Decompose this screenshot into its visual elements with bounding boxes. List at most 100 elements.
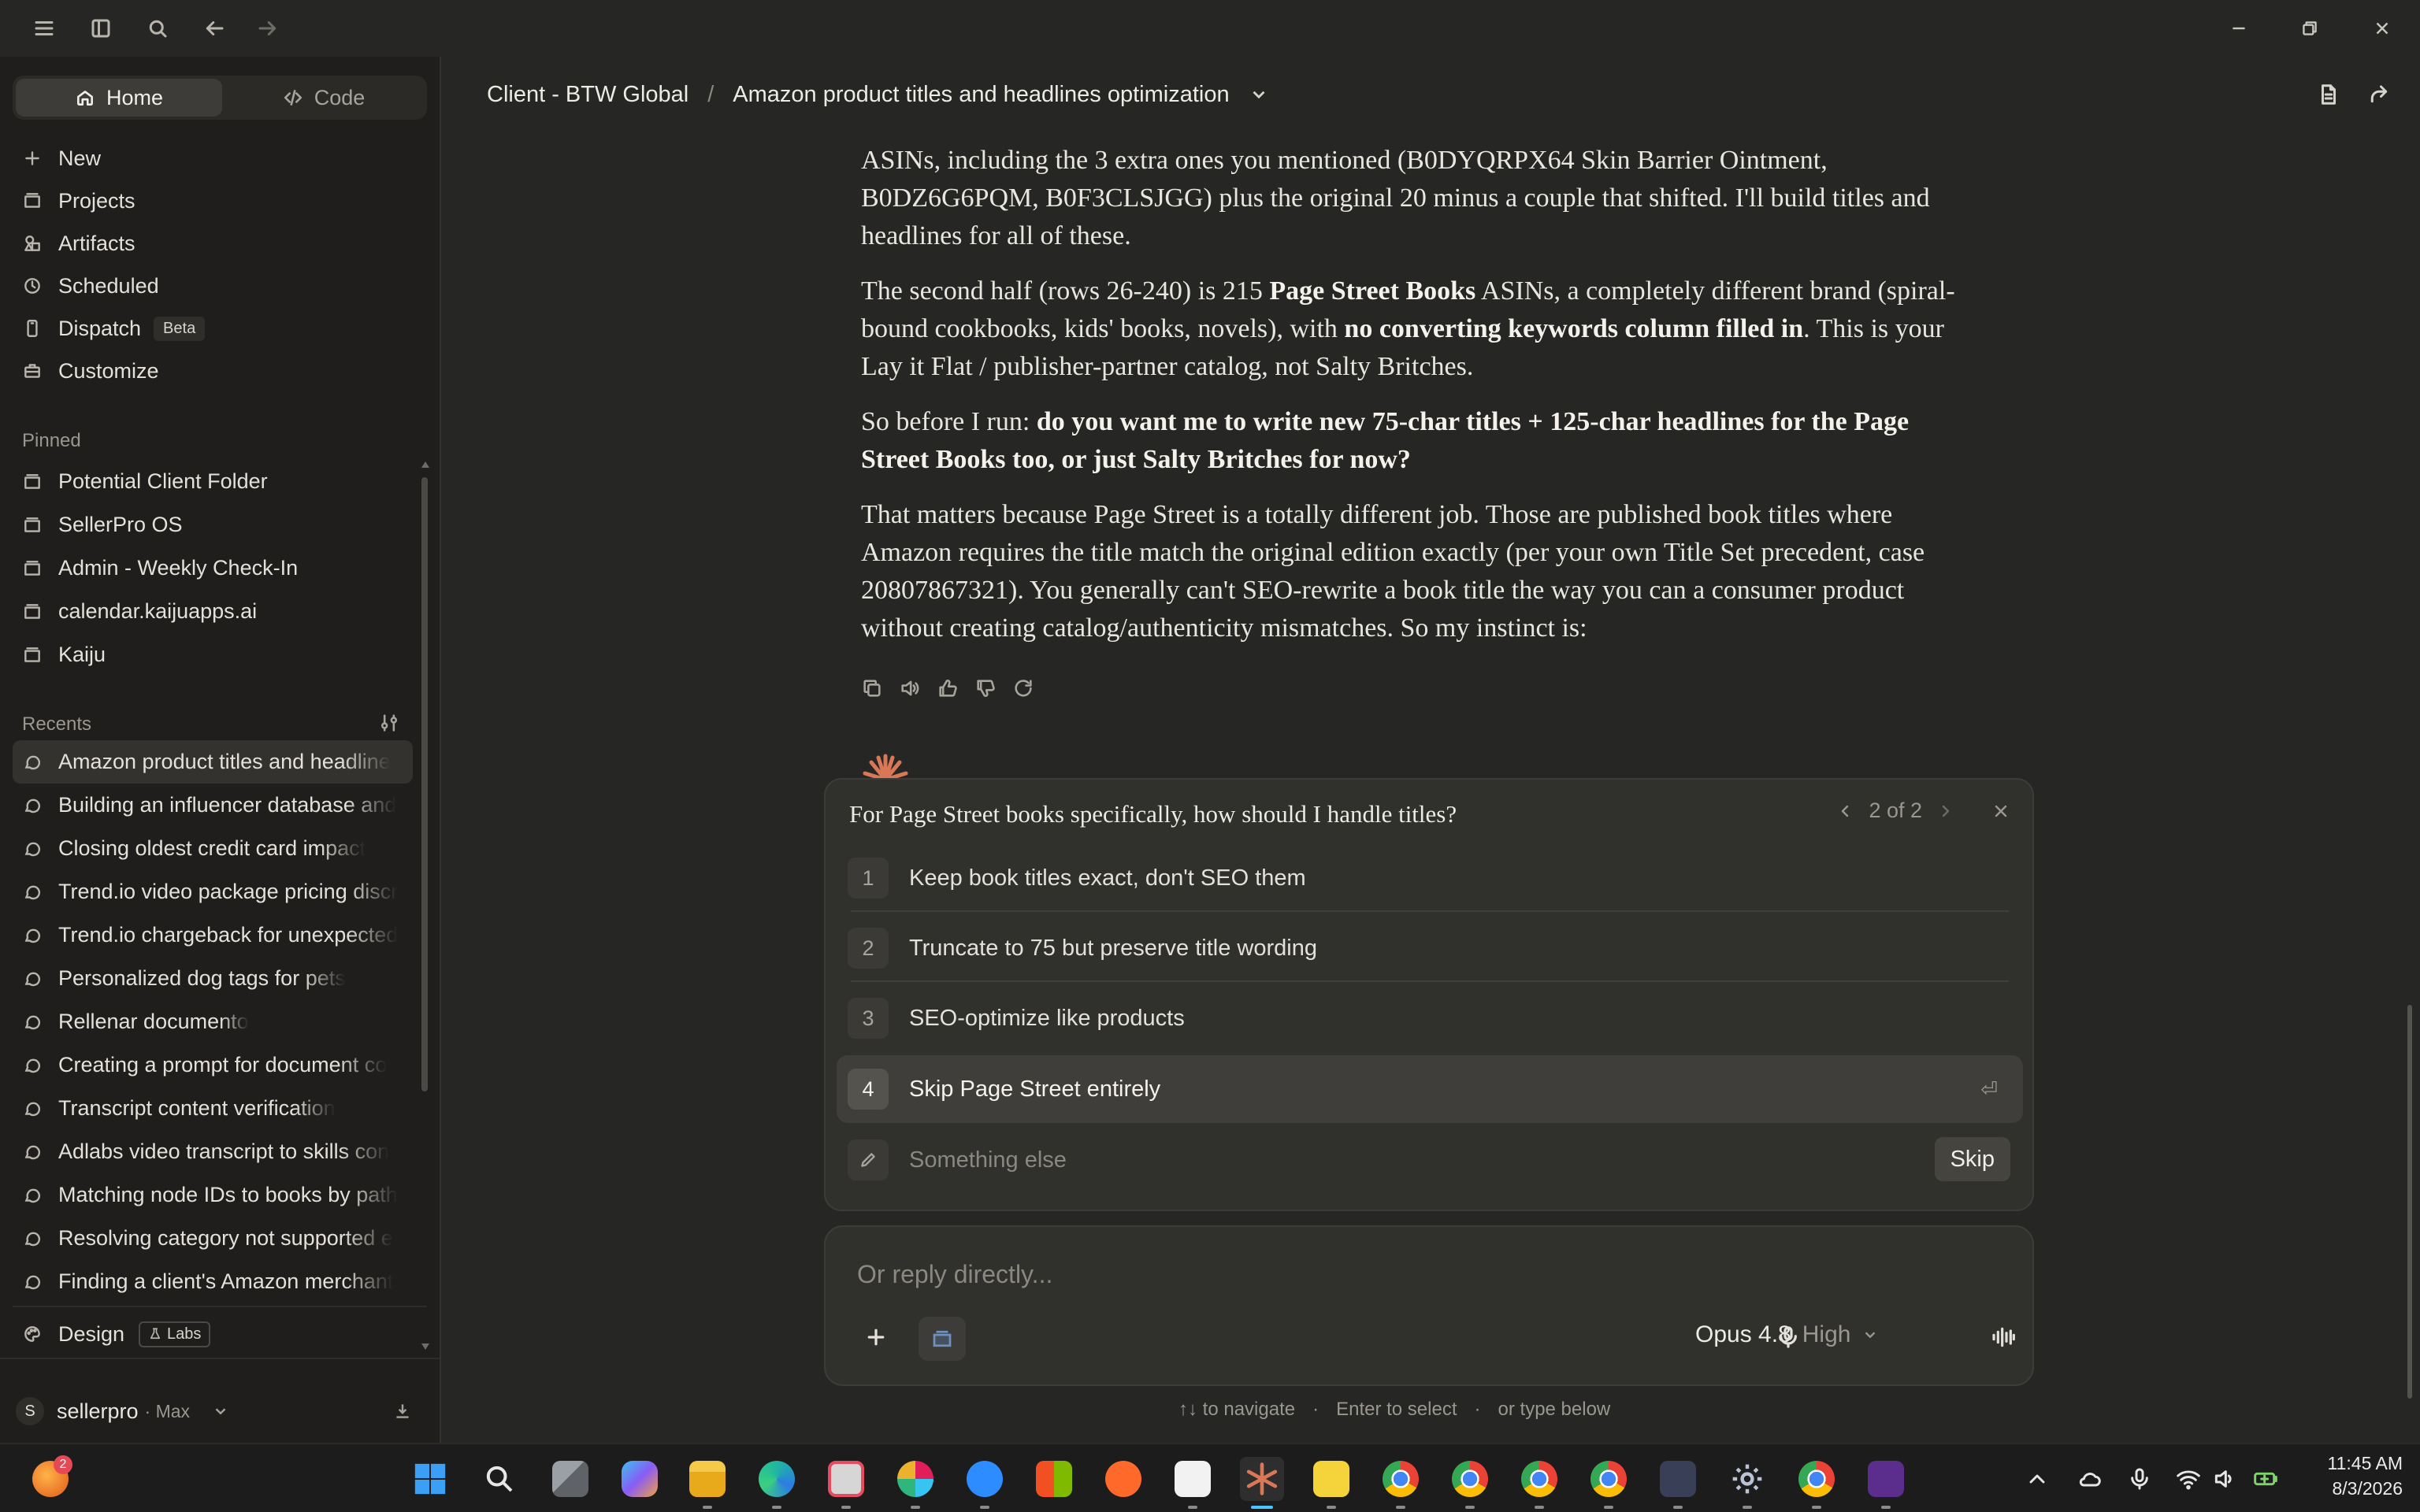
scroll-up-arrow-icon[interactable] bbox=[421, 461, 429, 468]
taskbar-file-explorer[interactable] bbox=[685, 1457, 729, 1509]
taskbar-sticky-notes[interactable] bbox=[1309, 1457, 1353, 1509]
nav-customize[interactable]: Customize bbox=[13, 350, 427, 392]
recent-chat[interactable]: Resolving category not supported e bbox=[13, 1217, 413, 1260]
taskbar-chrome-3[interactable] bbox=[1517, 1457, 1561, 1509]
recent-chat[interactable]: Building an influencer database and bbox=[13, 784, 413, 827]
tray-overflow-icon[interactable] bbox=[2025, 1466, 2050, 1492]
taskbar-chrome-5[interactable] bbox=[1795, 1457, 1839, 1509]
chevron-down-icon[interactable] bbox=[212, 1403, 229, 1420]
pinned-item[interactable]: Potential Client Folder bbox=[13, 460, 427, 503]
recent-chat[interactable]: Transcript content verification bbox=[13, 1087, 413, 1130]
recent-chat[interactable]: Finding a client's Amazon merchant bbox=[13, 1260, 413, 1303]
taskbar-chrome-1[interactable] bbox=[1379, 1457, 1423, 1509]
taskbar-copilot[interactable] bbox=[618, 1457, 662, 1501]
sidebar-scrollbar-thumb[interactable] bbox=[421, 477, 428, 1091]
chevron-right-icon[interactable] bbox=[1936, 802, 1955, 821]
share-icon[interactable] bbox=[2363, 79, 2395, 110]
taskbar-edge[interactable] bbox=[755, 1457, 799, 1509]
taskbar-slack[interactable] bbox=[893, 1457, 937, 1509]
close-window-button[interactable] bbox=[2365, 13, 2400, 44]
close-icon[interactable] bbox=[1991, 802, 2010, 821]
tray-microphone-icon[interactable] bbox=[2127, 1466, 2152, 1492]
recent-chat[interactable]: Creating a prompt for document co bbox=[13, 1043, 413, 1087]
minimize-button[interactable] bbox=[2221, 13, 2256, 44]
skip-button[interactable]: Skip bbox=[1934, 1137, 2010, 1181]
option-4-selected[interactable]: 4 Skip Page Street entirely ⏎ bbox=[837, 1055, 2023, 1123]
menu-icon[interactable] bbox=[28, 13, 60, 44]
main-scrollbar-thumb[interactable] bbox=[2407, 1005, 2412, 1399]
sidebar-scrollbar[interactable] bbox=[419, 406, 430, 1351]
nav-new[interactable]: New bbox=[13, 137, 427, 180]
taskbar-chrome-4[interactable] bbox=[1587, 1457, 1631, 1509]
taskbar-chrome-2[interactable] bbox=[1448, 1457, 1492, 1509]
thumbs-down-icon[interactable] bbox=[974, 677, 997, 699]
chevron-down-icon[interactable] bbox=[1249, 84, 1269, 105]
forward-arrow-icon[interactable] bbox=[252, 13, 284, 44]
nav-projects[interactable]: Projects bbox=[13, 180, 427, 222]
back-arrow-icon[interactable] bbox=[199, 13, 230, 44]
taskbar-zoom[interactable] bbox=[963, 1457, 1007, 1509]
flask-icon bbox=[150, 1328, 161, 1340]
add-attachment-button[interactable] bbox=[859, 1320, 893, 1354]
recent-chat[interactable]: Trend.io chargeback for unexpected bbox=[13, 914, 413, 957]
recent-chat[interactable]: Personalized dog tags for pets bbox=[13, 957, 413, 1000]
restore-button[interactable] bbox=[2292, 13, 2327, 44]
recent-chat[interactable]: Adlabs video transcript to skills con bbox=[13, 1130, 413, 1173]
microphone-button[interactable] bbox=[1771, 1318, 1806, 1356]
nav-dispatch[interactable]: Dispatch Beta bbox=[13, 307, 427, 350]
recent-chat[interactable]: Trend.io video package pricing discr bbox=[13, 870, 413, 914]
search-icon[interactable] bbox=[142, 13, 173, 44]
project-context-button[interactable] bbox=[919, 1317, 966, 1361]
battery-icon[interactable] bbox=[2253, 1466, 2278, 1492]
taskbar-app-purple[interactable] bbox=[1864, 1457, 1908, 1509]
thumbs-up-icon[interactable] bbox=[937, 677, 959, 699]
copy-icon[interactable] bbox=[861, 677, 883, 699]
pinned-item[interactable]: Admin - Weekly Check-In bbox=[13, 547, 427, 590]
chat-title[interactable]: Amazon product titles and headlines opti… bbox=[733, 82, 1229, 108]
recent-chat[interactable]: Rellenar documento bbox=[13, 1000, 413, 1043]
pinned-item[interactable]: Kaiju bbox=[13, 633, 427, 676]
taskbar-notification-app[interactable]: 2 bbox=[28, 1455, 72, 1501]
volume-icon[interactable] bbox=[2212, 1466, 2237, 1492]
taskbar-claude[interactable] bbox=[1240, 1457, 1284, 1509]
taskbar-snipping-tool[interactable] bbox=[824, 1457, 868, 1509]
system-clock[interactable]: 11:45 AM 8/3/2026 bbox=[2300, 1451, 2403, 1501]
taskbar-monitor[interactable] bbox=[1656, 1457, 1700, 1509]
option-other[interactable]: Something else Skip bbox=[837, 1126, 2023, 1194]
document-icon[interactable] bbox=[2313, 79, 2344, 110]
filter-icon[interactable] bbox=[378, 712, 403, 737]
reply-input[interactable] bbox=[857, 1260, 1960, 1289]
home-tab[interactable]: Home bbox=[16, 79, 222, 117]
nav-scheduled[interactable]: Scheduled bbox=[13, 265, 427, 307]
taskbar-capcut[interactable] bbox=[1171, 1457, 1215, 1509]
start-button[interactable] bbox=[408, 1457, 452, 1501]
taskbar-task-view[interactable] bbox=[548, 1457, 592, 1501]
breadcrumb-project[interactable]: Client - BTW Global bbox=[487, 82, 689, 108]
taskbar-settings[interactable] bbox=[1725, 1457, 1769, 1509]
taskbar-store[interactable] bbox=[1032, 1457, 1076, 1501]
nav-artifacts[interactable]: Artifacts bbox=[13, 222, 427, 265]
wifi-icon[interactable] bbox=[2176, 1466, 2201, 1492]
voice-mode-button[interactable] bbox=[1984, 1318, 2023, 1356]
retry-icon[interactable] bbox=[1012, 677, 1034, 699]
user-account-row[interactable]: S sellerpro · Max bbox=[16, 1389, 425, 1433]
option-2[interactable]: 2 Truncate to 75 but preserve title word… bbox=[837, 914, 2023, 982]
code-tab[interactable]: Code bbox=[221, 79, 427, 117]
pinned-item[interactable]: calendar.kaijuapps.ai bbox=[13, 590, 427, 633]
chevron-left-icon[interactable] bbox=[1835, 802, 1854, 821]
recent-chat[interactable]: Amazon product titles and headline bbox=[13, 740, 413, 784]
download-icon[interactable] bbox=[392, 1401, 413, 1421]
sidebar-toggle-icon[interactable] bbox=[85, 13, 117, 44]
taskbar-brave[interactable] bbox=[1101, 1457, 1145, 1501]
pinned-item[interactable]: SellerPro OS bbox=[13, 503, 427, 547]
recent-chat[interactable]: Matching node IDs to books by path bbox=[13, 1173, 413, 1217]
recent-chat[interactable]: Closing oldest credit card impact bbox=[13, 827, 413, 870]
nav-design[interactable]: Design Labs bbox=[13, 1314, 427, 1354]
other-input[interactable]: Something else bbox=[909, 1147, 1067, 1173]
option-3[interactable]: 3 SEO-optimize like products bbox=[837, 984, 2023, 1052]
onedrive-icon[interactable] bbox=[2077, 1466, 2102, 1492]
speaker-icon[interactable] bbox=[899, 677, 921, 699]
option-1[interactable]: 1 Keep book titles exact, don't SEO them bbox=[837, 844, 2023, 912]
taskbar-search[interactable] bbox=[477, 1457, 521, 1501]
main-scrollbar[interactable] bbox=[2406, 139, 2414, 1430]
